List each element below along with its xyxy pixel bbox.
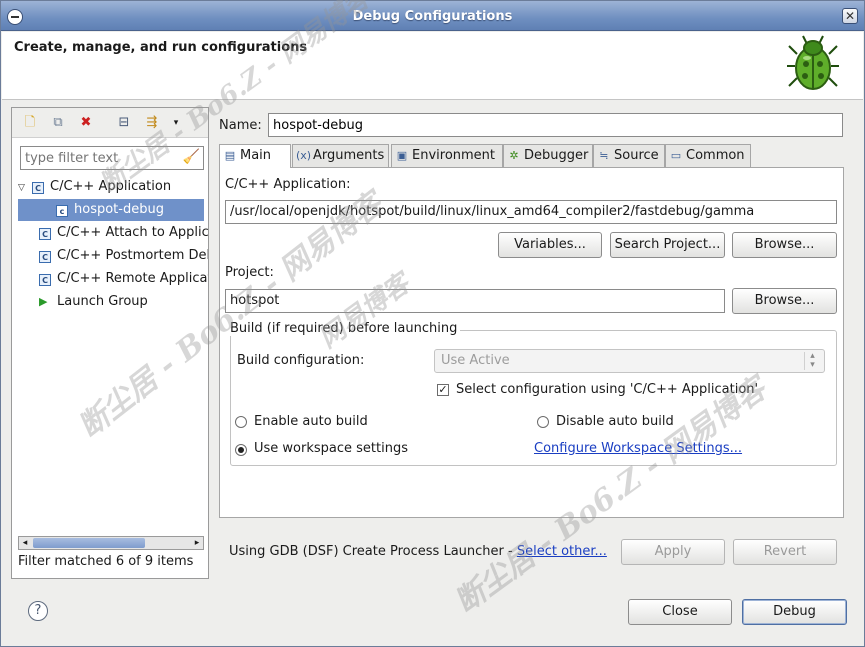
tab-label: Debugger [524, 148, 589, 163]
close-button[interactable]: Close [628, 599, 732, 625]
build-configuration-select[interactable]: Use Active ▴ ▾ [434, 349, 825, 373]
help-icon[interactable]: ? [28, 601, 48, 621]
cpp-remote-icon: C [39, 274, 51, 286]
source-tab-icon: ≒ [599, 149, 609, 162]
new-configuration-icon[interactable]: 🗋 [22, 115, 38, 131]
name-label: Name: [219, 118, 262, 133]
application-label: C/C++ Application: [225, 177, 351, 192]
use-workspace-settings-label: Use workspace settings [254, 441, 408, 456]
configuration-name-input[interactable] [268, 113, 843, 137]
scroll-left-icon[interactable]: ◂ [19, 537, 31, 549]
disable-auto-build-label: Disable auto build [556, 414, 674, 429]
launcher-info: Using GDB (DSF) Create Process Launcher … [229, 544, 607, 559]
revert-button[interactable]: Revert [733, 539, 837, 565]
arguments-tab-icon: (x) [296, 149, 312, 162]
tab-arguments[interactable]: (x) Arguments [292, 144, 389, 167]
header-banner: Create, manage, and run configurations [2, 32, 863, 100]
select-config-checkbox[interactable]: ✓ [437, 384, 449, 396]
tree-item-label: hospot-debug [74, 202, 164, 217]
scrollbar-thumb[interactable] [33, 538, 145, 548]
browse-project-button[interactable]: Browse... [732, 288, 837, 314]
collapse-all-icon[interactable]: ⊟ [116, 115, 132, 131]
launcher-text: Using GDB (DSF) Create Process Launcher … [229, 544, 517, 559]
view-menu-chevron-down-icon[interactable]: ▾ [168, 115, 184, 131]
tree-item-label: C/C++ Remote Application [57, 271, 208, 286]
configure-workspace-settings-link[interactable]: Configure Workspace Settings... [534, 441, 742, 456]
browse-application-button[interactable]: Browse... [732, 232, 837, 258]
tree-toolbar: 🗋 ⧉ ✖ ⊟ ⇶ ▾ [12, 108, 208, 138]
scroll-right-icon[interactable]: ▸ [191, 537, 203, 549]
filter-configurations-icon[interactable]: ⇶ [144, 115, 160, 131]
tree-item-label: C/C++ Attach to Application [57, 225, 208, 240]
enable-auto-build-label: Enable auto build [254, 414, 368, 429]
cpp-postmortem-icon: C [39, 251, 51, 263]
disable-auto-build-radio[interactable] [537, 416, 549, 428]
main-tab-icon: ▤ [224, 149, 236, 162]
configuration-tree-panel: 🗋 ⧉ ✖ ⊟ ⇶ ▾ 🧹 ▽CC/C++ Application chospo… [11, 107, 209, 579]
tab-label: Environment [412, 148, 496, 163]
debugger-tab-icon: ✲ [509, 149, 519, 162]
tree-item-cpp-remote[interactable]: C C/C++ Remote Application [12, 268, 208, 290]
enable-auto-build-radio[interactable] [235, 416, 247, 428]
tree-item-cpp-postmortem[interactable]: C C/C++ Postmortem Debugger [12, 245, 208, 267]
select-config-label: Select configuration using 'C/C++ Applic… [456, 382, 759, 397]
project-input[interactable]: hotspot [225, 289, 725, 313]
horizontal-scrollbar[interactable]: ◂ ▸ [18, 536, 204, 550]
clear-filter-icon[interactable]: 🧹 [183, 149, 200, 165]
banner-headline: Create, manage, and run configurations [14, 40, 308, 55]
tree-item-launch-group[interactable]: ▶ Launch Group [12, 291, 208, 313]
title-bar: Debug Configurations ✕ [1, 1, 864, 31]
use-workspace-settings-radio[interactable] [235, 444, 247, 456]
delete-configuration-icon[interactable]: ✖ [78, 115, 94, 131]
duplicate-configuration-icon[interactable]: ⧉ [50, 115, 66, 131]
window-title: Debug Configurations [352, 9, 513, 24]
select-other-launcher-link[interactable]: Select other... [517, 544, 607, 559]
tree-item-label: C/C++ Application [50, 179, 172, 194]
environment-tab-icon: ▣ [396, 149, 408, 162]
cpp-config-icon: c [56, 205, 68, 217]
search-project-button[interactable]: Search Project... [610, 232, 725, 258]
filter-input[interactable] [20, 146, 204, 170]
debug-button[interactable]: Debug [742, 599, 847, 625]
cpp-application-icon: C [32, 182, 44, 194]
tab-label: Common [686, 148, 745, 163]
tree-item-label: C/C++ Postmortem Debugger [57, 248, 208, 263]
debug-configurations-dialog: Debug Configurations ✕ Create, manage, a… [0, 0, 865, 647]
tab-environment[interactable]: ▣ Environment [391, 144, 503, 167]
combo-chevron-icon: ▴ ▾ [804, 352, 820, 370]
variables-button[interactable]: Variables... [498, 232, 602, 258]
build-group-title: Build (if required) before launching [229, 321, 461, 336]
launch-group-icon: ▶ [39, 295, 48, 308]
tab-source[interactable]: ≒ Source [593, 144, 665, 167]
tree-item-label: Launch Group [57, 294, 148, 309]
common-tab-icon: ▭ [670, 149, 682, 162]
tab-label: Main [240, 148, 272, 163]
project-label: Project: [225, 265, 274, 280]
tab-label: Source [614, 148, 659, 163]
build-configuration-value: Use Active [441, 353, 510, 368]
application-path-input[interactable]: /usr/local/openjdk/hotspot/build/linux/l… [225, 200, 837, 224]
bug-icon [787, 35, 839, 90]
tree-item-cpp-attach[interactable]: C C/C++ Attach to Application [12, 222, 208, 244]
apply-button[interactable]: Apply [621, 539, 725, 565]
tab-common[interactable]: ▭ Common [665, 144, 751, 167]
tree-item-hospot-debug[interactable]: c hospot-debug [18, 199, 204, 221]
filter-status: Filter matched 6 of 9 items [18, 554, 194, 569]
close-window-icon[interactable]: ✕ [842, 8, 858, 24]
cpp-attach-icon: C [39, 228, 51, 240]
tab-label: Arguments [313, 148, 385, 163]
tab-debugger[interactable]: ✲ Debugger [503, 144, 593, 167]
build-configuration-label: Build configuration: [237, 353, 365, 368]
tree-item-cpp-application[interactable]: ▽ C C/C++ Application [12, 176, 208, 198]
expand-chevron-down-icon[interactable]: ▽ [18, 177, 32, 198]
tab-main[interactable]: ▤ Main [219, 144, 291, 168]
